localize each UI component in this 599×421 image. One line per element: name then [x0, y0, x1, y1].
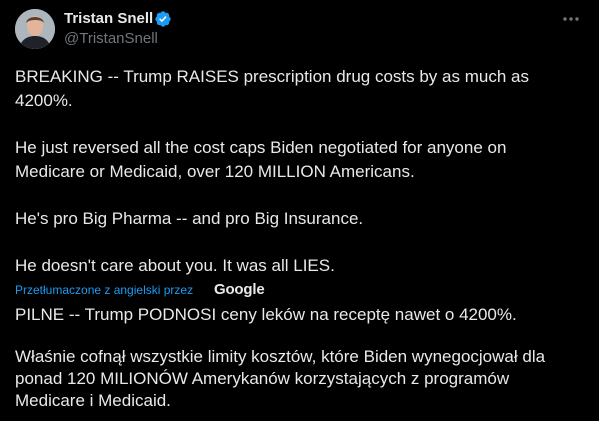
- google-logo: Google: [214, 281, 265, 298]
- tweet-paragraph: He just reversed all the cost caps Biden…: [15, 138, 507, 181]
- translated-paragraph: PILNE -- Trump PODNOSI ceny leków na rec…: [15, 305, 517, 324]
- translated-paragraph: Właśnie cofnął wszystkie limity kosztów,…: [15, 347, 546, 410]
- tweet-paragraph: He doesn't care about you. It was all LI…: [15, 256, 335, 275]
- translated-by-link[interactable]: Przetłumaczone z angielski przez: [15, 282, 193, 298]
- avatar[interactable]: [15, 9, 55, 49]
- avatar-photo: [15, 9, 55, 49]
- tweet-text: BREAKING -- Trump RAISES prescription dr…: [15, 65, 585, 278]
- author-display-name[interactable]: Tristan Snell: [64, 10, 153, 28]
- more-horizontal-icon[interactable]: [560, 10, 582, 28]
- tweet-paragraph: BREAKING -- Trump RAISES prescription dr…: [15, 67, 529, 110]
- verified-badge-icon: [155, 11, 171, 27]
- tweet-paragraph: He's pro Big Pharma -- and pro Big Insur…: [15, 209, 364, 228]
- translated-text: PILNE -- Trump PODNOSI ceny leków na rec…: [15, 304, 585, 412]
- author-handle[interactable]: @TristanSnell: [64, 30, 158, 48]
